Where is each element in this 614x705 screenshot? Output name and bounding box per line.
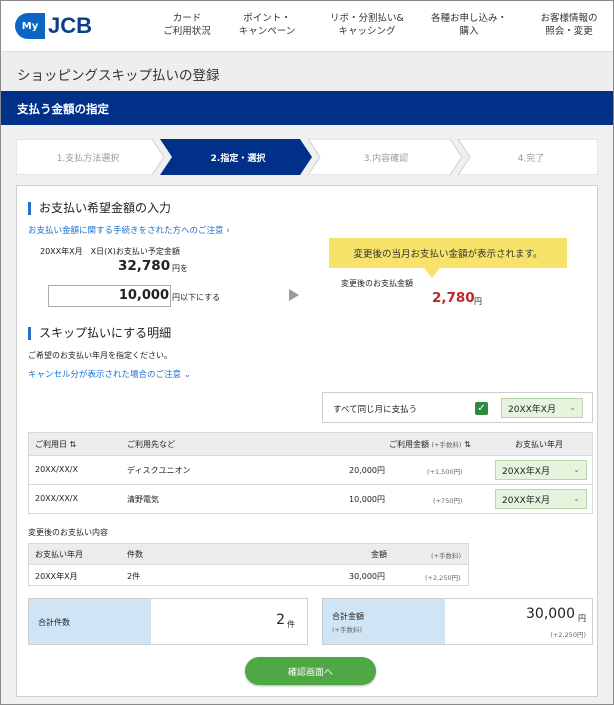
table-row: 20XX/XX/X ディスクユニオン 20,000円 (+1,500円) 20X… bbox=[29, 455, 592, 484]
scheduled-amount: 32,780 bbox=[118, 258, 171, 274]
total-amount-box: 合計金額 (+手数料) 30,000 円 (+2,250円) bbox=[322, 598, 593, 645]
chevron-down-icon: ⌄ bbox=[183, 370, 191, 380]
check-icon: ✓ bbox=[477, 403, 486, 414]
total-amount-label: 合計金額 bbox=[332, 612, 364, 621]
desired-amount-input[interactable]: 10,000 bbox=[48, 285, 171, 307]
total-count-label: 合計件数 bbox=[38, 618, 70, 627]
row-amount: 20,000円 bbox=[349, 466, 385, 475]
total-amount-fee: (+2,250円) bbox=[550, 631, 586, 639]
same-month-select[interactable]: 20XX年X月 ⌄ bbox=[501, 398, 583, 418]
changed-amount-label: 変更後のお支払金額 bbox=[341, 279, 413, 288]
cancel-note-link[interactable]: キャンセル分が表示された場合のご注意 ⌄ bbox=[28, 368, 191, 380]
section-title: 支払う金額の指定 bbox=[17, 102, 109, 116]
chevron-down-icon: ⌄ bbox=[569, 403, 576, 412]
after-col-count: 件数 bbox=[127, 550, 143, 559]
row-date: 20XX/XX/X bbox=[35, 494, 78, 503]
skip-heading: スキップ払いにする明細 bbox=[28, 327, 171, 340]
chevron-down-icon: ⌄ bbox=[573, 465, 580, 474]
chevron-down-icon: ⌄ bbox=[573, 494, 580, 503]
table-row: 20XX/XX/X 清野電気 10,000円 (+750円) 20XX年X月 ⌄ bbox=[29, 484, 592, 513]
row-fee: (+750円) bbox=[433, 497, 463, 505]
row-amount: 10,000円 bbox=[349, 495, 385, 504]
after-table-header bbox=[29, 544, 468, 564]
step-1: 1.支払方法選択 bbox=[56, 153, 120, 164]
after-col-amount: 金額 bbox=[371, 550, 387, 559]
page-title: ショッピングスキップ払いの登録 bbox=[17, 68, 220, 84]
skip-table-header bbox=[29, 433, 592, 455]
row-date: 20XX/XX/X bbox=[35, 465, 78, 474]
after-col-amount-note: (+手数料) bbox=[431, 552, 462, 560]
after-month: 20XX年X月 bbox=[35, 572, 78, 581]
row-month-select[interactable]: 20XX年X月 ⌄ bbox=[495, 489, 587, 509]
same-month-select-value: 20XX年X月 bbox=[508, 404, 556, 415]
after-title: 変更後のお支払い内容 bbox=[28, 528, 108, 537]
scheduled-suffix: 円を bbox=[172, 264, 188, 273]
changed-amount: 2,780 bbox=[432, 290, 475, 306]
same-month-checkbox[interactable]: ✓ bbox=[475, 402, 488, 415]
nav-revolving[interactable]: リボ・分割払い& キャッシング bbox=[317, 12, 417, 38]
myjcb-logo[interactable]: My JCB bbox=[15, 13, 92, 39]
total-amount-value: 30,000 bbox=[526, 606, 575, 622]
payment-amount-heading: お支払い希望金額の入力 bbox=[28, 202, 171, 215]
page-title-band: ショッピングスキップ払いの登録 bbox=[1, 51, 613, 91]
after-count: 2件 bbox=[127, 572, 141, 581]
col-amount-label: ご利用金額 bbox=[389, 440, 429, 449]
logo-jcb: JCB bbox=[48, 13, 93, 38]
sort-icon: ⇅ bbox=[464, 440, 471, 449]
cancel-note-label: キャンセル分が表示された場合のご注意 bbox=[28, 370, 182, 380]
confirm-button[interactable]: 確認画面へ bbox=[245, 657, 376, 685]
total-count-box: 合計件数 2 件 bbox=[28, 598, 308, 645]
col-month: お支払い年月 bbox=[515, 440, 563, 449]
col-date[interactable]: ご利用日 ⇅ bbox=[35, 439, 76, 450]
after-amount: 30,000円 bbox=[349, 572, 385, 581]
nav-customer-info[interactable]: お客様情報の 照会・変更 bbox=[527, 12, 611, 38]
col-date-label: ご利用日 bbox=[35, 440, 67, 449]
nav-card-usage[interactable]: カード ご利用状況 bbox=[151, 12, 223, 38]
notice-link[interactable]: お支払い金額に関する手続きをされた方へのご注意 › bbox=[28, 224, 230, 236]
row-fee: (+1,500円) bbox=[427, 468, 463, 476]
logo-my: My bbox=[15, 13, 45, 39]
step-2: 2.指定・選択 bbox=[210, 153, 266, 164]
step-indicator: 1.支払方法選択 2.指定・選択 3.内容確認 4.完了 bbox=[16, 139, 598, 175]
skip-table: ご利用日 ⇅ ご利用先など ご利用金額 (+手数料) ⇅ お支払い年月 20XX… bbox=[28, 432, 593, 514]
chevron-right-icon: › bbox=[226, 226, 230, 236]
scheduled-label: 20XX年X月 X日(X)お支払い予定金額 bbox=[40, 247, 180, 256]
after-fee: (+2,250円) bbox=[425, 574, 461, 582]
skip-instruction: ご希望のお支払い年月を指定ください。 bbox=[28, 351, 172, 360]
total-amount-unit: 円 bbox=[578, 614, 586, 623]
tooltip: 変更後の当月お支払い金額が表示されます。 bbox=[329, 238, 567, 268]
input-suffix: 円以下にする bbox=[172, 293, 221, 302]
table-row: 20XX年X月 2件 30,000円 (+2,250円) bbox=[29, 564, 468, 585]
step-3: 3.内容確認 bbox=[363, 153, 409, 164]
changed-suffix: 円 bbox=[474, 297, 482, 306]
after-col-month: お支払い年月 bbox=[35, 550, 83, 559]
nav-applications[interactable]: 各種お申し込み・ 購入 bbox=[421, 12, 517, 38]
col-merchant: ご利用先など bbox=[127, 440, 175, 449]
sort-icon: ⇅ bbox=[69, 440, 77, 449]
notice-link-label: お支払い金額に関する手続きをされた方へのご注意 bbox=[28, 226, 224, 236]
row-month-value: 20XX年X月 bbox=[502, 466, 550, 477]
after-table: お支払い年月 件数 金額 (+手数料) 20XX年X月 2件 30,000円 (… bbox=[28, 543, 469, 586]
tooltip-tail bbox=[424, 268, 440, 278]
nav-points[interactable]: ポイント・ キャンペーン bbox=[227, 12, 307, 38]
total-amount-label-note: (+手数料) bbox=[332, 626, 363, 634]
same-month-label: すべて同じ月に支払う bbox=[333, 405, 418, 415]
col-amount-note: (+手数料) bbox=[431, 441, 462, 449]
row-merchant: 清野電気 bbox=[127, 495, 159, 504]
total-count-value: 2 bbox=[276, 612, 285, 628]
total-count-unit: 件 bbox=[287, 620, 295, 629]
col-amount[interactable]: ご利用金額 (+手数料) ⇅ bbox=[389, 439, 471, 450]
step-4: 4.完了 bbox=[517, 153, 545, 164]
section-band: 支払う金額の指定 bbox=[1, 91, 613, 125]
row-month-value: 20XX年X月 bbox=[502, 495, 550, 506]
arrow-right-icon bbox=[289, 289, 299, 301]
header: My JCB カード ご利用状況 ポイント・ キャンペーン リボ・分割払い& キ… bbox=[1, 1, 613, 51]
row-merchant: ディスクユニオン bbox=[127, 466, 191, 475]
row-month-select[interactable]: 20XX年X月 ⌄ bbox=[495, 460, 587, 480]
